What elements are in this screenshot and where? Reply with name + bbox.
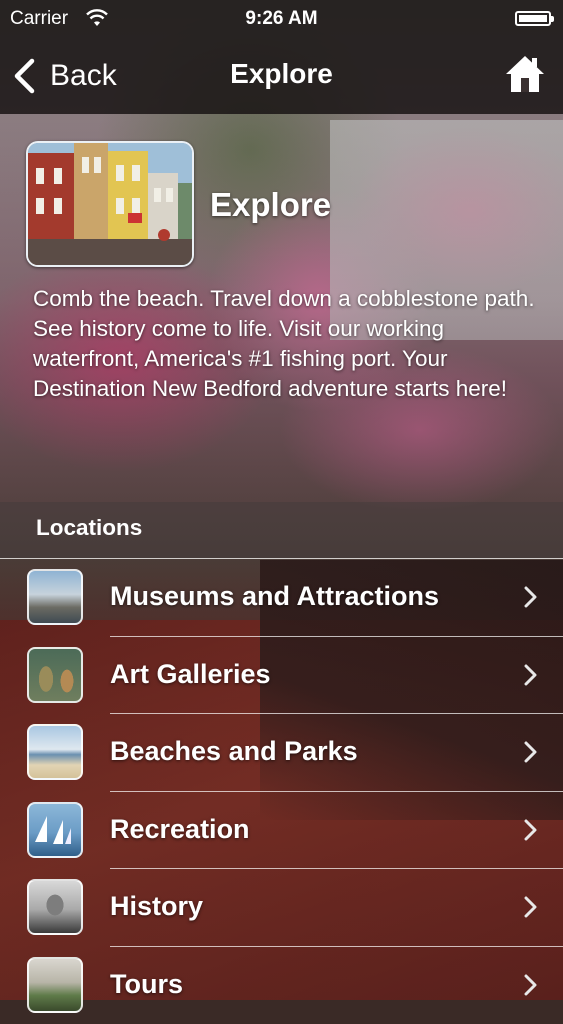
- list-item-tours[interactable]: Tours: [0, 947, 563, 1024]
- chevron-right-icon: [523, 741, 537, 763]
- battery-icon: [515, 11, 551, 26]
- list-item-label: Museums and Attractions: [110, 581, 439, 612]
- beach-thumbnail-icon: [27, 724, 83, 780]
- navigation-bar: Back Explore: [0, 38, 563, 114]
- townhouses-image: [28, 143, 192, 265]
- list-item-label: Tours: [110, 969, 183, 1000]
- chevron-right-icon: [523, 974, 537, 996]
- locations-section-header: Locations: [0, 502, 563, 558]
- page-title: Explore: [210, 186, 331, 224]
- list-item-label: Recreation: [110, 814, 250, 845]
- chevron-right-icon: [523, 664, 537, 686]
- list-item-history[interactable]: History: [0, 869, 563, 947]
- art-gallery-thumbnail-icon: [27, 647, 83, 703]
- list-item-museums-and-attractions[interactable]: Museums and Attractions: [0, 559, 563, 637]
- explore-description: Comb the beach. Travel down a cobbleston…: [33, 284, 538, 404]
- status-bar: Carrier 9:26 AM: [0, 0, 563, 38]
- list-item-art-galleries[interactable]: Art Galleries: [0, 637, 563, 715]
- list-item-beaches-and-parks[interactable]: Beaches and Parks: [0, 714, 563, 792]
- list-item-recreation[interactable]: Recreation: [0, 792, 563, 870]
- list-item-label: History: [110, 891, 203, 922]
- portrait-thumbnail-icon: [27, 879, 83, 935]
- section-label: Locations: [36, 515, 142, 541]
- list-item-label: Beaches and Parks: [110, 736, 358, 767]
- nav-title: Explore: [0, 58, 563, 90]
- tours-thumbnail-icon: [27, 957, 83, 1013]
- chevron-right-icon: [523, 586, 537, 608]
- museum-thumbnail-icon: [27, 569, 83, 625]
- explore-header-image: [26, 141, 194, 267]
- chevron-right-icon: [523, 896, 537, 918]
- status-time: 9:26 AM: [0, 8, 563, 30]
- locations-list: Museums and Attractions Art Galleries Be…: [0, 559, 563, 1024]
- sailboat-thumbnail-icon: [27, 802, 83, 858]
- list-item-label: Art Galleries: [110, 659, 271, 690]
- chevron-right-icon: [523, 819, 537, 841]
- home-icon[interactable]: [505, 54, 545, 94]
